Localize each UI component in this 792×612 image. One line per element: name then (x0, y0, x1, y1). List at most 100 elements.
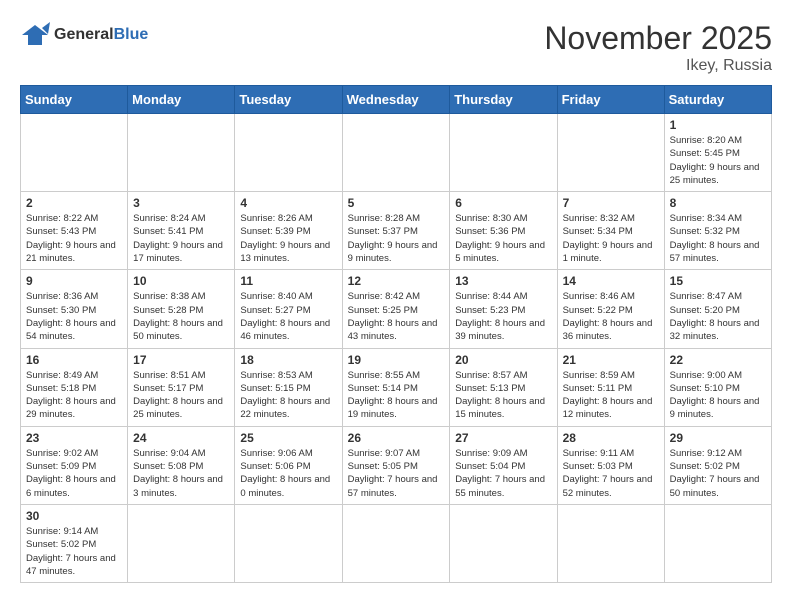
calendar-cell (235, 504, 342, 582)
day-info: Sunrise: 8:40 AM Sunset: 5:27 PM Dayligh… (240, 290, 336, 343)
day-number: 8 (670, 196, 766, 210)
calendar-cell: 8 Sunrise: 8:34 AM Sunset: 5:32 PM Daylig… (664, 192, 771, 270)
calendar-cell: 4 Sunrise: 8:26 AM Sunset: 5:39 PM Daylig… (235, 192, 342, 270)
day-number: 15 (670, 274, 766, 288)
day-info: Sunrise: 8:22 AM Sunset: 5:43 PM Dayligh… (26, 212, 122, 265)
calendar-cell (557, 114, 664, 192)
day-info: Sunrise: 8:55 AM Sunset: 5:14 PM Dayligh… (348, 369, 445, 422)
day-info: Sunrise: 9:06 AM Sunset: 5:06 PM Dayligh… (240, 447, 336, 500)
calendar-cell: 17 Sunrise: 8:51 AM Sunset: 5:17 PM Dayli… (128, 348, 235, 426)
calendar-cell: 13Sunrise: 8:44 AM Sunset: 5:23 PM Dayli… (450, 270, 557, 348)
calendar-cell: 2 Sunrise: 8:22 AM Sunset: 5:43 PM Daylig… (21, 192, 128, 270)
day-number: 4 (240, 196, 336, 210)
calendar-cell: 25 Sunrise: 9:06 AM Sunset: 5:06 PM Dayli… (235, 426, 342, 504)
calendar-cell: 22 Sunrise: 9:00 AM Sunset: 5:10 PM Dayli… (664, 348, 771, 426)
day-number: 16 (26, 353, 122, 367)
month-title: November 2025 (544, 20, 772, 57)
calendar-cell: 9Sunrise: 8:36 AM Sunset: 5:30 PM Daylig… (21, 270, 128, 348)
day-info: Sunrise: 8:20 AM Sunset: 5:45 PM Dayligh… (670, 134, 766, 187)
day-number: 11 (240, 274, 336, 288)
day-info: Sunrise: 8:28 AM Sunset: 5:37 PM Dayligh… (348, 212, 445, 265)
weekday-header-row: SundayMondayTuesdayWednesdayThursdayFrid… (21, 86, 772, 114)
calendar-cell: 28Sunrise: 9:11 AM Sunset: 5:03 PM Dayli… (557, 426, 664, 504)
day-number: 7 (563, 196, 659, 210)
calendar-cell (664, 504, 771, 582)
day-number: 3 (133, 196, 229, 210)
calendar-cell: 10Sunrise: 8:38 AM Sunset: 5:28 PM Dayli… (128, 270, 235, 348)
calendar-cell: 20 Sunrise: 8:57 AM Sunset: 5:13 PM Dayli… (450, 348, 557, 426)
weekday-header: Thursday (450, 86, 557, 114)
day-info: Sunrise: 9:07 AM Sunset: 5:05 PM Dayligh… (348, 447, 445, 500)
page-header: GeneralBlue November 2025 Ikey, Russia (20, 20, 772, 75)
calendar-cell (450, 504, 557, 582)
title-block: November 2025 Ikey, Russia (544, 20, 772, 75)
day-number: 25 (240, 431, 336, 445)
calendar-week-row: 23Sunrise: 9:02 AM Sunset: 5:09 PM Dayli… (21, 426, 772, 504)
day-info: Sunrise: 8:59 AM Sunset: 5:11 PM Dayligh… (563, 369, 659, 422)
calendar-week-row: 1 Sunrise: 8:20 AM Sunset: 5:45 PM Daylig… (21, 114, 772, 192)
calendar-cell (128, 114, 235, 192)
day-number: 5 (348, 196, 445, 210)
day-number: 19 (348, 353, 445, 367)
day-info: Sunrise: 8:34 AM Sunset: 5:32 PM Dayligh… (670, 212, 766, 265)
calendar-table: SundayMondayTuesdayWednesdayThursdayFrid… (20, 85, 772, 583)
calendar-cell (450, 114, 557, 192)
day-info: Sunrise: 8:46 AM Sunset: 5:22 PM Dayligh… (563, 290, 659, 343)
day-info: Sunrise: 9:12 AM Sunset: 5:02 PM Dayligh… (670, 447, 766, 500)
day-info: Sunrise: 8:24 AM Sunset: 5:41 PM Dayligh… (133, 212, 229, 265)
day-number: 13 (455, 274, 551, 288)
weekday-header: Wednesday (342, 86, 450, 114)
day-info: Sunrise: 8:32 AM Sunset: 5:34 PM Dayligh… (563, 212, 659, 265)
day-number: 21 (563, 353, 659, 367)
calendar-cell (128, 504, 235, 582)
day-info: Sunrise: 9:00 AM Sunset: 5:10 PM Dayligh… (670, 369, 766, 422)
calendar-cell: 18Sunrise: 8:53 AM Sunset: 5:15 PM Dayli… (235, 348, 342, 426)
day-number: 17 (133, 353, 229, 367)
day-number: 22 (670, 353, 766, 367)
calendar-week-row: 16 Sunrise: 8:49 AM Sunset: 5:18 PM Dayli… (21, 348, 772, 426)
day-number: 26 (348, 431, 445, 445)
day-number: 28 (563, 431, 659, 445)
calendar-week-row: 30Sunrise: 9:14 AM Sunset: 5:02 PM Dayli… (21, 504, 772, 582)
day-info: Sunrise: 8:30 AM Sunset: 5:36 PM Dayligh… (455, 212, 551, 265)
weekday-header: Monday (128, 86, 235, 114)
day-info: Sunrise: 9:04 AM Sunset: 5:08 PM Dayligh… (133, 447, 229, 500)
day-number: 10 (133, 274, 229, 288)
day-number: 20 (455, 353, 551, 367)
day-number: 14 (563, 274, 659, 288)
day-number: 9 (26, 274, 122, 288)
day-number: 24 (133, 431, 229, 445)
day-info: Sunrise: 8:57 AM Sunset: 5:13 PM Dayligh… (455, 369, 551, 422)
calendar-cell: 24 Sunrise: 9:04 AM Sunset: 5:08 PM Dayli… (128, 426, 235, 504)
calendar-week-row: 2 Sunrise: 8:22 AM Sunset: 5:43 PM Daylig… (21, 192, 772, 270)
calendar-cell: 6 Sunrise: 8:30 AM Sunset: 5:36 PM Daylig… (450, 192, 557, 270)
calendar-cell: 11 Sunrise: 8:40 AM Sunset: 5:27 PM Dayli… (235, 270, 342, 348)
calendar-cell: 27Sunrise: 9:09 AM Sunset: 5:04 PM Dayli… (450, 426, 557, 504)
day-info: Sunrise: 8:51 AM Sunset: 5:17 PM Dayligh… (133, 369, 229, 422)
calendar-cell: 1 Sunrise: 8:20 AM Sunset: 5:45 PM Daylig… (664, 114, 771, 192)
calendar-cell: 29Sunrise: 9:12 AM Sunset: 5:02 PM Dayli… (664, 426, 771, 504)
calendar-cell (235, 114, 342, 192)
day-number: 1 (670, 118, 766, 132)
calendar-cell: 5 Sunrise: 8:28 AM Sunset: 5:37 PM Daylig… (342, 192, 450, 270)
day-info: Sunrise: 8:49 AM Sunset: 5:18 PM Dayligh… (26, 369, 122, 422)
day-info: Sunrise: 9:14 AM Sunset: 5:02 PM Dayligh… (26, 525, 122, 578)
day-number: 23 (26, 431, 122, 445)
day-info: Sunrise: 8:47 AM Sunset: 5:20 PM Dayligh… (670, 290, 766, 343)
calendar-cell (342, 504, 450, 582)
day-number: 12 (348, 274, 445, 288)
day-number: 2 (26, 196, 122, 210)
day-number: 6 (455, 196, 551, 210)
calendar-cell: 30Sunrise: 9:14 AM Sunset: 5:02 PM Dayli… (21, 504, 128, 582)
calendar-cell (21, 114, 128, 192)
logo-general-text: General (54, 26, 114, 43)
day-info: Sunrise: 8:26 AM Sunset: 5:39 PM Dayligh… (240, 212, 336, 265)
location: Ikey, Russia (544, 57, 772, 75)
calendar-week-row: 9Sunrise: 8:36 AM Sunset: 5:30 PM Daylig… (21, 270, 772, 348)
weekday-header: Friday (557, 86, 664, 114)
day-number: 27 (455, 431, 551, 445)
logo-bird-icon (20, 20, 50, 50)
day-info: Sunrise: 8:53 AM Sunset: 5:15 PM Dayligh… (240, 369, 336, 422)
calendar-cell: 7 Sunrise: 8:32 AM Sunset: 5:34 PM Daylig… (557, 192, 664, 270)
calendar-cell: 26 Sunrise: 9:07 AM Sunset: 5:05 PM Dayli… (342, 426, 450, 504)
